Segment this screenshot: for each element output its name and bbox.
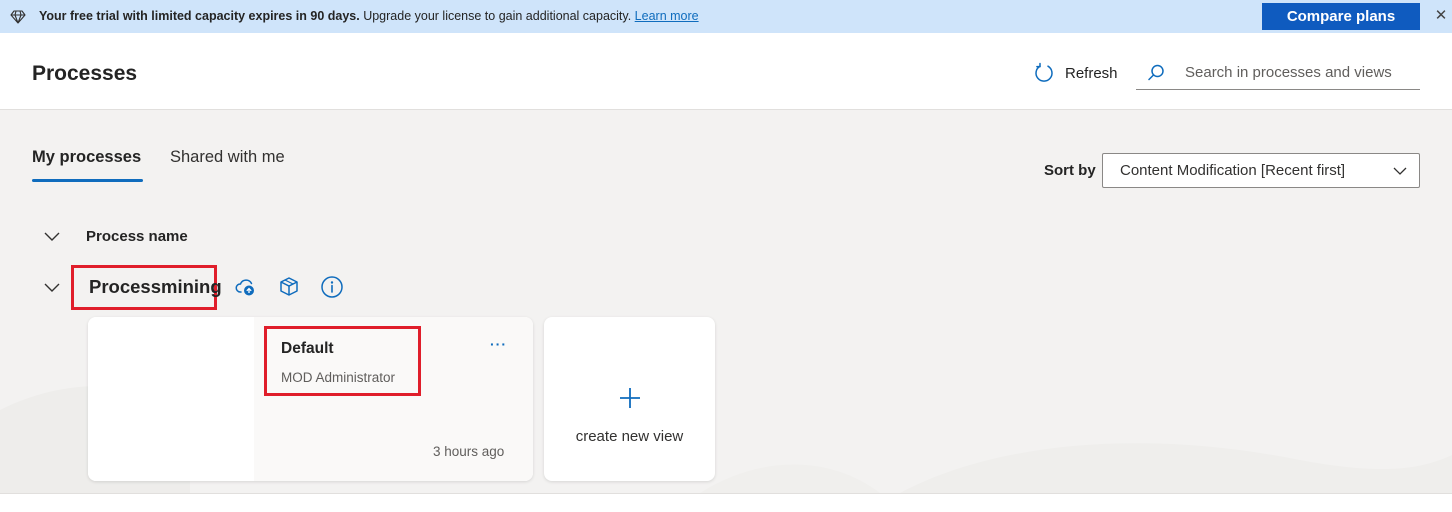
trial-message-text: Upgrade your license to gain additional … xyxy=(359,9,635,23)
trial-banner: Your free trial with limited capacity ex… xyxy=(0,0,1452,33)
page-title: Processes xyxy=(32,62,138,85)
trial-message: Your free trial with limited capacity ex… xyxy=(39,9,699,23)
tab-my-processes[interactable]: My processes xyxy=(32,148,141,167)
create-new-view-label: create new view xyxy=(575,428,684,445)
plus-icon xyxy=(620,388,640,408)
group-chevron-icon[interactable] xyxy=(44,281,60,293)
column-header-process-name[interactable]: Process name xyxy=(86,228,188,245)
close-icon[interactable]: ✕ xyxy=(1432,7,1450,25)
trial-message-bold: Your free trial with limited capacity ex… xyxy=(39,9,360,23)
search-input[interactable] xyxy=(1185,63,1415,81)
sort-value: Content Modification [Recent first] xyxy=(1120,162,1346,179)
sort-dropdown[interactable]: Content Modification [Recent first] xyxy=(1102,153,1420,188)
process-name[interactable]: Processmining xyxy=(89,276,222,298)
view-title[interactable]: Default xyxy=(281,340,334,358)
view-modified-time: 3 hours ago xyxy=(433,444,505,459)
main-content: My processes Shared with me Sort by Cont… xyxy=(0,110,1452,493)
highlight-box-view xyxy=(264,326,421,396)
bottom-divider xyxy=(0,493,1452,494)
refresh-icon xyxy=(1035,62,1053,82)
page-header: Processes Refresh xyxy=(0,33,1452,110)
more-options-icon[interactable]: ··· xyxy=(490,336,507,352)
collapse-all-chevron-icon[interactable] xyxy=(44,230,60,242)
cloud-upload-icon[interactable] xyxy=(234,275,258,299)
create-new-view-card[interactable]: create new view xyxy=(544,317,715,481)
sort-label: Sort by xyxy=(1044,162,1096,179)
learn-more-link[interactable]: Learn more xyxy=(635,9,699,23)
compare-plans-button[interactable]: Compare plans xyxy=(1262,3,1420,30)
diamond-icon xyxy=(10,10,26,24)
active-tab-indicator xyxy=(32,179,143,182)
refresh-button[interactable]: Refresh xyxy=(1033,62,1118,84)
chevron-down-icon xyxy=(1393,167,1407,175)
search-icon xyxy=(1148,64,1164,80)
view-owner: MOD Administrator xyxy=(281,370,396,385)
package-icon[interactable] xyxy=(277,275,301,299)
tab-shared-with-me[interactable]: Shared with me xyxy=(170,148,285,167)
search-box[interactable] xyxy=(1136,55,1420,90)
info-icon[interactable] xyxy=(320,275,344,299)
view-thumbnail xyxy=(88,317,254,481)
refresh-label: Refresh xyxy=(1065,64,1118,82)
